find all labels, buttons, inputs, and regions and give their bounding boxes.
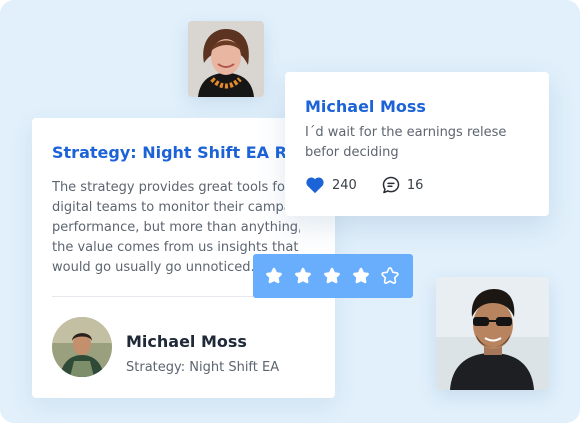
author-name: Michael Moss <box>126 332 247 351</box>
reply-count: 16 <box>406 177 424 193</box>
heart-icon <box>306 177 324 194</box>
review-text-line: performance, but more than anything, <box>52 220 300 235</box>
woman-photo <box>188 21 264 97</box>
author-subtitle: Strategy: Night Shift EA <box>126 360 280 375</box>
star-icon <box>266 267 282 284</box>
star-filled[interactable] <box>264 266 284 286</box>
chat-bubble-icon <box>382 176 400 194</box>
reply-button[interactable]: 16 <box>381 175 424 195</box>
review-text-line: The strategy provides great tools for <box>52 180 291 195</box>
star-filled[interactable] <box>351 266 371 286</box>
comment-text: I´d wait for the earnings relese befor d… <box>305 125 507 160</box>
star-icon <box>381 266 399 284</box>
star-icon <box>353 267 369 284</box>
review-text-line: digital teams to monitor their campa <box>52 200 292 215</box>
star-icon <box>295 267 311 284</box>
like-count: 240 <box>332 177 357 193</box>
avatar <box>52 317 112 377</box>
man-photo <box>436 277 549 390</box>
comment-stats: 240 16 <box>305 175 423 195</box>
comment-card: Michael Moss I´d wait for the earnings r… <box>285 72 549 216</box>
star-icon <box>324 267 340 284</box>
star-filled[interactable] <box>293 266 313 286</box>
star-filled[interactable] <box>322 266 342 286</box>
hero-illustration: Strategy: Night Shift EA Rev The strateg… <box>0 0 580 423</box>
comment-author: Michael Moss <box>305 97 426 116</box>
star-rating <box>253 254 413 298</box>
like-button[interactable]: 240 <box>305 176 357 194</box>
star-empty[interactable] <box>380 266 400 286</box>
